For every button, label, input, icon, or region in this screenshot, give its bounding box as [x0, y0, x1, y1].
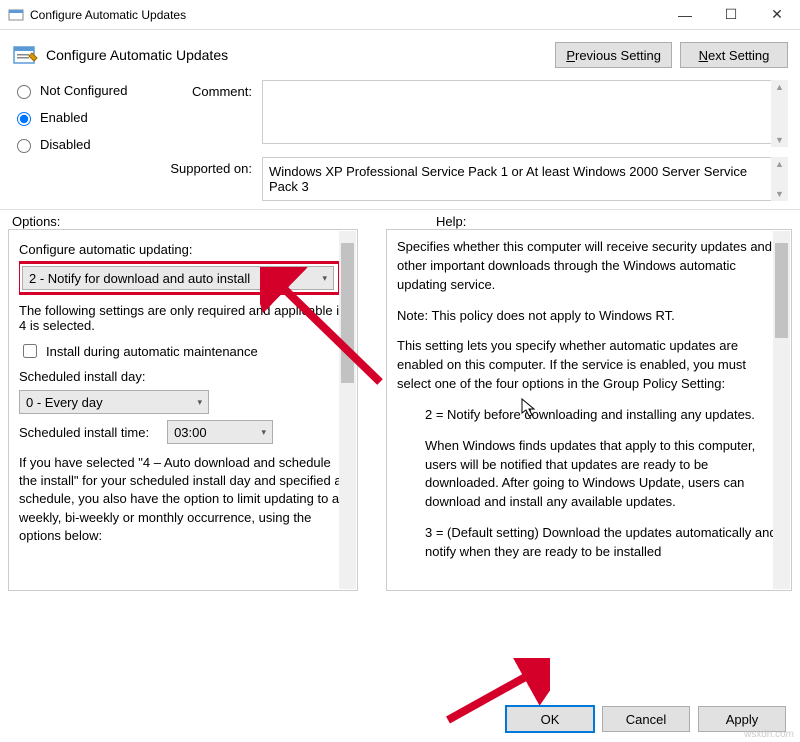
maximize-button[interactable]: ☐ [708, 0, 754, 30]
policy-icon [12, 43, 40, 67]
scheduled-time-label: Scheduled install time: [19, 425, 149, 440]
help-panel: Specifies whether this computer will rec… [386, 229, 792, 591]
help-p3: This setting lets you specify whether au… [397, 337, 781, 394]
ok-button[interactable]: OK [506, 706, 594, 732]
scheduled-day-label: Scheduled install day: [19, 369, 347, 384]
options-scrollbar[interactable] [339, 231, 356, 589]
enabled-radio[interactable]: Enabled [12, 109, 152, 126]
help-p1: Specifies whether this computer will rec… [397, 238, 781, 295]
window-title: Configure Automatic Updates [30, 8, 662, 22]
cancel-button[interactable]: Cancel [602, 706, 690, 732]
not-configured-radio[interactable]: Not Configured [12, 82, 152, 99]
below-note: If you have selected "4 – Auto download … [19, 454, 347, 545]
chevron-down-icon: ▾ [262, 427, 267, 438]
configure-updating-dropdown[interactable]: 2 - Notify for download and auto install… [22, 266, 334, 290]
help-scrollbar[interactable] [773, 231, 790, 589]
comment-label: Comment: [152, 80, 262, 147]
scheduled-time-dropdown[interactable]: 03:00 ▾ [167, 420, 273, 444]
options-section-label: Options: [12, 214, 400, 229]
policy-title: Configure Automatic Updates [46, 47, 547, 63]
window-icon [8, 7, 24, 23]
previous-setting-button[interactable]: Previous Setting [555, 42, 672, 68]
disabled-radio[interactable]: Disabled [12, 136, 152, 153]
comment-scrollbar[interactable]: ▲▼ [771, 80, 788, 147]
help-p2: Note: This policy does not apply to Wind… [397, 307, 781, 326]
next-setting-button[interactable]: Next Setting [680, 42, 788, 68]
supported-scrollbar[interactable]: ▲▼ [771, 157, 788, 201]
chevron-down-icon: ▾ [197, 397, 202, 408]
options-panel: Configure automatic updating: 2 - Notify… [8, 229, 358, 591]
watermark: wsxdn.com [744, 729, 794, 740]
help-p4: 2 = Notify before downloading and instal… [397, 406, 781, 425]
comment-input[interactable] [262, 80, 788, 144]
supported-value: Windows XP Professional Service Pack 1 o… [262, 157, 788, 201]
configure-updating-label: Configure automatic updating: [19, 242, 347, 257]
highlight-annotation: 2 - Notify for download and auto install… [19, 261, 341, 295]
help-p6: 3 = (Default setting) Download the updat… [397, 524, 781, 562]
help-p5: When Windows finds updates that apply to… [397, 437, 781, 512]
install-maintenance-checkbox[interactable]: Install during automatic maintenance [19, 341, 347, 361]
required-note: The following settings are only required… [19, 303, 347, 333]
close-button[interactable]: ✕ [754, 0, 800, 30]
help-section-label: Help: [400, 214, 788, 229]
chevron-down-icon: ▾ [322, 273, 327, 284]
scheduled-day-dropdown[interactable]: 0 - Every day ▾ [19, 390, 209, 414]
supported-label: Supported on: [152, 157, 262, 201]
minimize-button[interactable]: — [662, 0, 708, 30]
mouse-cursor [521, 398, 537, 418]
